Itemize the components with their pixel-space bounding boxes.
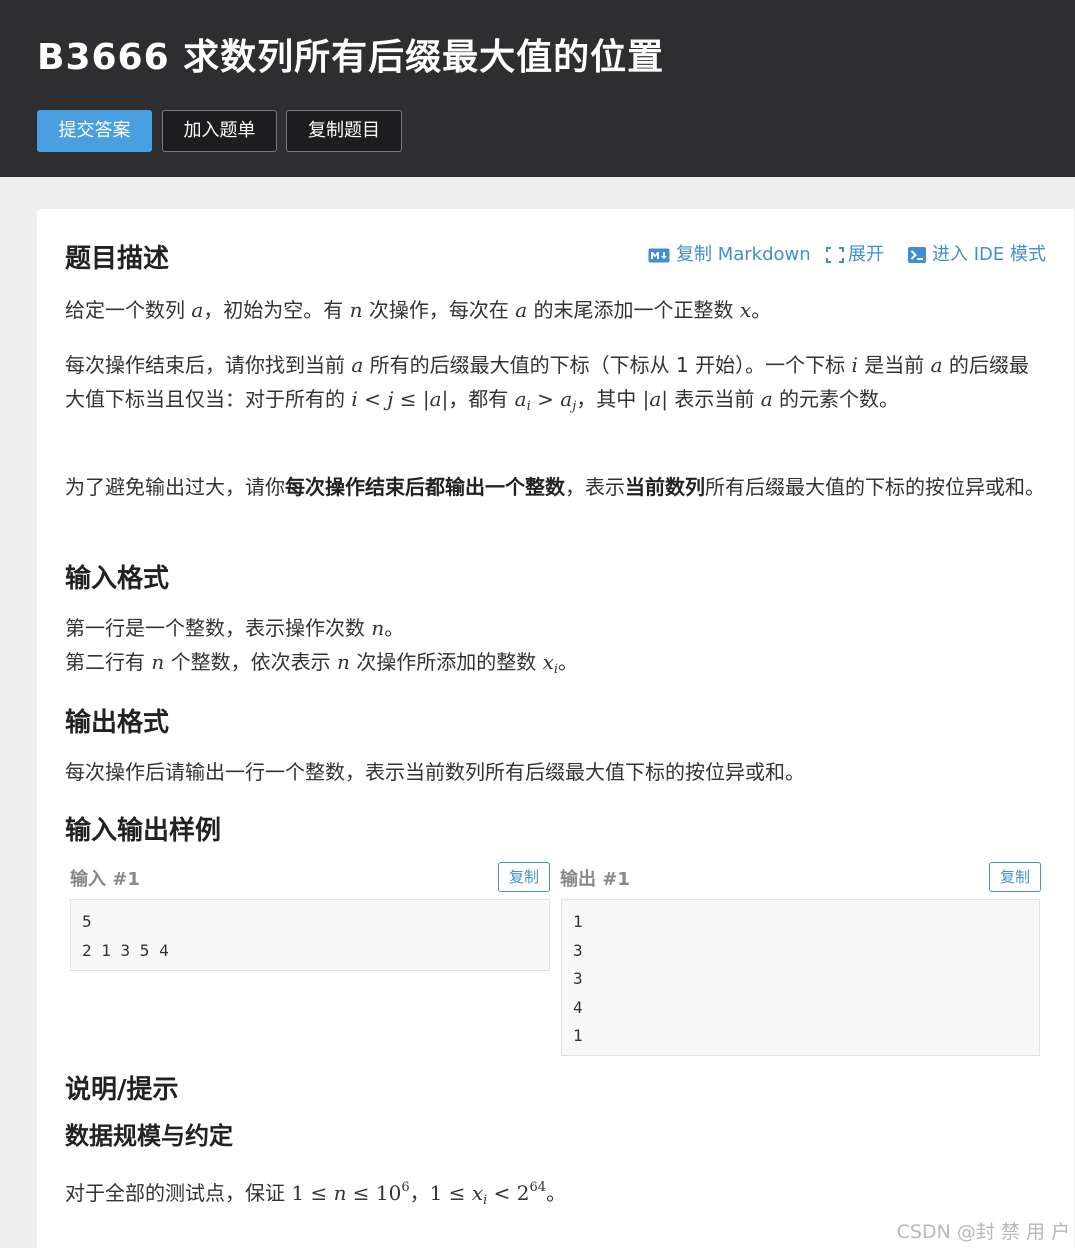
copy-markdown-link[interactable]: 复制 Markdown	[648, 240, 811, 265]
copy-sample-output-button[interactable]: 复制	[989, 862, 1041, 892]
input-format-line-1: 第一行是一个整数，表示操作次数 n。	[65, 616, 405, 640]
sample-output-box: 1 3 3 4 1	[561, 899, 1040, 1056]
output-format-heading: 输出格式	[65, 708, 170, 738]
add-to-list-button[interactable]: 加入题单	[162, 110, 277, 152]
ide-mode-link[interactable]: 进入 IDE 模式	[908, 240, 1046, 265]
sample-output-line: 3	[573, 940, 583, 960]
sample-output-line: 3	[573, 969, 583, 988]
description-heading: 题目描述	[65, 244, 170, 274]
ide-mode-label: 进入 IDE 模式	[932, 244, 1046, 265]
input-format-heading: 输入格式	[65, 564, 170, 594]
samples-heading: 输入输出样例	[65, 816, 222, 846]
sample-output-line: 1	[573, 1026, 583, 1045]
sample-input-line: 2 1 3 5 4	[82, 940, 169, 960]
expand-link[interactable]: 展开	[826, 240, 884, 265]
expand-icon	[826, 247, 844, 268]
input-format-line-2: 第二行有 n 个整数，依次表示 n 次操作所添加的整数 xi。	[65, 650, 579, 677]
terminal-icon	[908, 247, 926, 268]
problem-title: B3666 求数列所有后缀最大值的位置	[37, 37, 665, 78]
problem-header: B3666 求数列所有后缀最大值的位置 提交答案 加入题单 复制题目	[0, 0, 1075, 177]
constraints-heading: 数据规模与约定	[65, 1122, 233, 1150]
expand-label: 展开	[848, 244, 884, 265]
submit-answer-button[interactable]: 提交答案	[37, 110, 152, 152]
sample-input-line: 5	[82, 912, 92, 931]
copy-markdown-label: 复制 Markdown	[676, 244, 811, 265]
markdown-icon	[648, 247, 670, 268]
sample-output-line: 1	[573, 912, 583, 931]
copy-sample-input-button[interactable]: 复制	[498, 862, 550, 892]
sample-input-label: 输入 #1	[70, 869, 140, 890]
constraints-text: 对于全部的测试点，保证 1 ≤ n ≤ 106，1 ≤ xi < 264。	[65, 1180, 567, 1208]
sample-output-label: 输出 #1	[560, 869, 630, 890]
hint-heading: 说明/提示	[65, 1075, 179, 1105]
description-paragraph-1: 给定一个数列 a，初始为空。有 n 次操作，每次在 a 的末尾添加一个正整数 x…	[65, 298, 772, 322]
output-format-text: 每次操作后请输出一行一个整数，表示当前数列所有后缀最大值下标的按位异或和。	[65, 760, 805, 784]
description-paragraph-2: 每次操作结束后，请你找到当前 a 所有的后缀最大值的下标（下标从 1 开始）。一…	[65, 353, 1029, 414]
csdn-watermark: CSDN @封 禁 用 户	[896, 1221, 1070, 1243]
description-paragraph-3: 为了避免输出过大，请你每次操作结束后都输出一个整数，表示当前数列所有后缀最大值的…	[65, 475, 1045, 499]
sample-input-box: 5 2 1 3 5 4	[70, 899, 550, 971]
sample-output-line: 4	[573, 997, 583, 1017]
copy-problem-button[interactable]: 复制题目	[286, 110, 402, 152]
